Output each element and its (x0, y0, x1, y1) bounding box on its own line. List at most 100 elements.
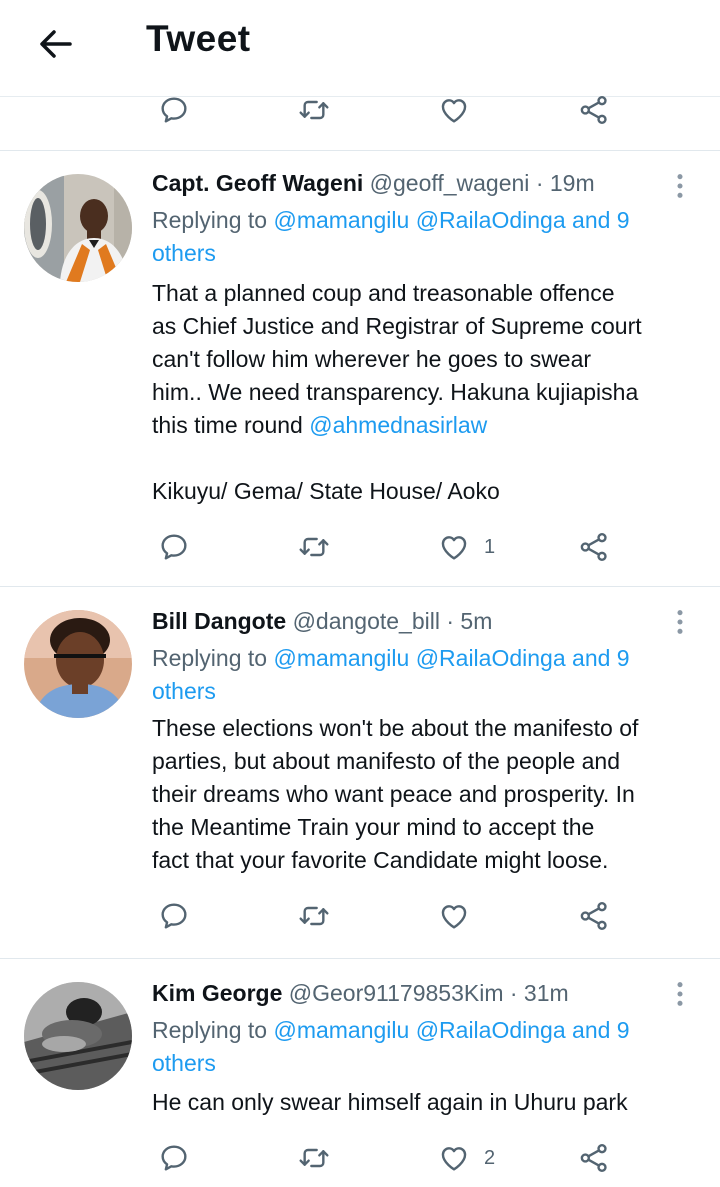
display-name[interactable]: Capt. Geoff Wageni (152, 170, 363, 196)
reply-tweet[interactable]: Capt. Geoff Wageni @geoff_wageni · 19m R… (0, 152, 720, 586)
share-button[interactable] (578, 527, 610, 567)
more-options-button[interactable] (664, 168, 696, 204)
others-count[interactable]: and 9 (572, 645, 630, 671)
tweet-actions (0, 896, 720, 936)
reply-button[interactable] (158, 527, 190, 567)
page-title: Tweet (146, 18, 251, 59)
reply-icon (158, 531, 190, 563)
reply-icon (158, 94, 190, 126)
mention-links[interactable]: @mamangilu @RailaOdinga (273, 1017, 565, 1043)
heart-icon (438, 900, 470, 932)
tweet-header: Kim George @Geor91179853Kim · 31m (152, 980, 569, 1007)
replying-to: Replying to @mamangilu @RailaOdinga and … (152, 1014, 692, 1080)
heart-icon (438, 1142, 470, 1174)
tweet-text-line: as Chief Justice and Registrar of Suprem… (152, 313, 642, 339)
replying-to-label: Replying to (152, 645, 268, 671)
mention-links[interactable]: @mamangilu @RailaOdinga (273, 207, 565, 233)
retweet-icon (298, 531, 330, 563)
share-icon (578, 900, 610, 932)
divider (0, 958, 720, 959)
others-count[interactable]: and 9 (572, 207, 630, 233)
like-button[interactable]: 1 (438, 527, 495, 567)
avatar[interactable] (24, 982, 132, 1090)
retweet-button[interactable] (298, 896, 330, 936)
tweet-text-line: He can only swear himself again in Uhuru… (152, 1089, 628, 1115)
retweet-icon (298, 1142, 330, 1174)
tweet-text-line: their dreams who want peace and prosperi… (152, 781, 635, 807)
tweet-text: These elections won't be about the manif… (152, 712, 702, 877)
top-bar: Tweet (0, 0, 720, 97)
retweet-button[interactable] (298, 1138, 330, 1178)
heart-icon (438, 94, 470, 126)
like-button[interactable] (438, 896, 484, 936)
like-count: 1 (484, 535, 496, 558)
reply-button[interactable] (158, 1138, 190, 1178)
retweet-button[interactable] (298, 90, 330, 130)
tweet-text-line: That a planned coup and treasonable offe… (152, 280, 615, 306)
more-options-button[interactable] (664, 976, 696, 1012)
share-button[interactable] (578, 90, 610, 130)
reply-tweet[interactable]: Kim George @Geor91179853Kim · 31m Replyi… (0, 960, 720, 1187)
tweet-text: That a planned coup and treasonable offe… (152, 277, 702, 508)
others-link[interactable]: others (152, 240, 216, 266)
tweet-actions: 2 (0, 1138, 720, 1178)
retweet-icon (298, 900, 330, 932)
tweet-actions: 1 (0, 527, 720, 567)
arrow-left-icon (40, 30, 72, 58)
timestamp[interactable]: · 5m (446, 608, 492, 634)
display-name[interactable]: Kim George (152, 980, 282, 1006)
others-link[interactable]: others (152, 678, 216, 704)
share-icon (578, 531, 610, 563)
reply-tweet[interactable]: Bill Dangote @dangote_bill · 5m Replying… (0, 588, 720, 958)
reply-button[interactable] (158, 90, 190, 130)
reply-button[interactable] (158, 896, 190, 936)
user-handle[interactable]: @dangote_bill (293, 608, 440, 634)
others-count[interactable]: and 9 (572, 1017, 630, 1043)
divider (0, 150, 720, 151)
tweet-text-line: parties, but about manifesto of the peop… (152, 748, 620, 774)
mention-links[interactable]: @mamangilu @RailaOdinga (273, 645, 565, 671)
tweet-header: Bill Dangote @dangote_bill · 5m (152, 608, 492, 635)
share-button[interactable] (578, 1138, 610, 1178)
replying-to-label: Replying to (152, 207, 268, 233)
like-button[interactable]: 2 (438, 1138, 495, 1178)
previous-tweet-actions (0, 90, 720, 130)
display-name[interactable]: Bill Dangote (152, 608, 286, 634)
tweet-text-line: can't follow him wherever he goes to swe… (152, 346, 592, 372)
share-button[interactable] (578, 896, 610, 936)
more-vertical-icon (664, 168, 696, 204)
tweet-text-line: this time round (152, 412, 303, 438)
more-vertical-icon (664, 976, 696, 1012)
like-count: 2 (484, 1146, 496, 1169)
timestamp[interactable]: · 19m (536, 170, 595, 196)
share-icon (578, 1142, 610, 1174)
mention-link[interactable]: @ahmednasirlaw (309, 412, 487, 438)
divider (0, 586, 720, 587)
like-button[interactable] (438, 90, 470, 130)
timestamp[interactable]: · 31m (510, 980, 569, 1006)
share-icon (578, 94, 610, 126)
reply-icon (158, 900, 190, 932)
replying-to: Replying to @mamangilu @RailaOdinga and … (152, 642, 692, 708)
user-handle[interactable]: @geoff_wageni (370, 170, 530, 196)
more-options-button[interactable] (664, 604, 696, 640)
tweet-text-line: These elections won't be about the manif… (152, 715, 639, 741)
tweet-header: Capt. Geoff Wageni @geoff_wageni · 19m (152, 170, 595, 197)
reply-icon (158, 1142, 190, 1174)
heart-icon (438, 531, 470, 563)
back-button[interactable] (36, 24, 76, 64)
more-vertical-icon (664, 604, 696, 640)
user-handle[interactable]: @Geor91179853Kim (289, 980, 504, 1006)
tweet-text: He can only swear himself again in Uhuru… (152, 1086, 702, 1119)
retweet-icon (298, 94, 330, 126)
avatar[interactable] (24, 610, 132, 718)
replying-to: Replying to @mamangilu @RailaOdinga and … (152, 204, 692, 270)
tweet-text-line: him.. We need transparency. Hakuna kujia… (152, 379, 639, 405)
avatar[interactable] (24, 174, 132, 282)
replying-to-label: Replying to (152, 1017, 268, 1043)
others-link[interactable]: others (152, 1050, 216, 1076)
tweet-text-line: the Meantime Train your mind to accept t… (152, 814, 595, 840)
tweet-text-line: Kikuyu/ Gema/ State House/ Aoko (152, 478, 500, 504)
tweet-text-line: fact that your favorite Candidate might … (152, 847, 609, 873)
retweet-button[interactable] (298, 527, 330, 567)
